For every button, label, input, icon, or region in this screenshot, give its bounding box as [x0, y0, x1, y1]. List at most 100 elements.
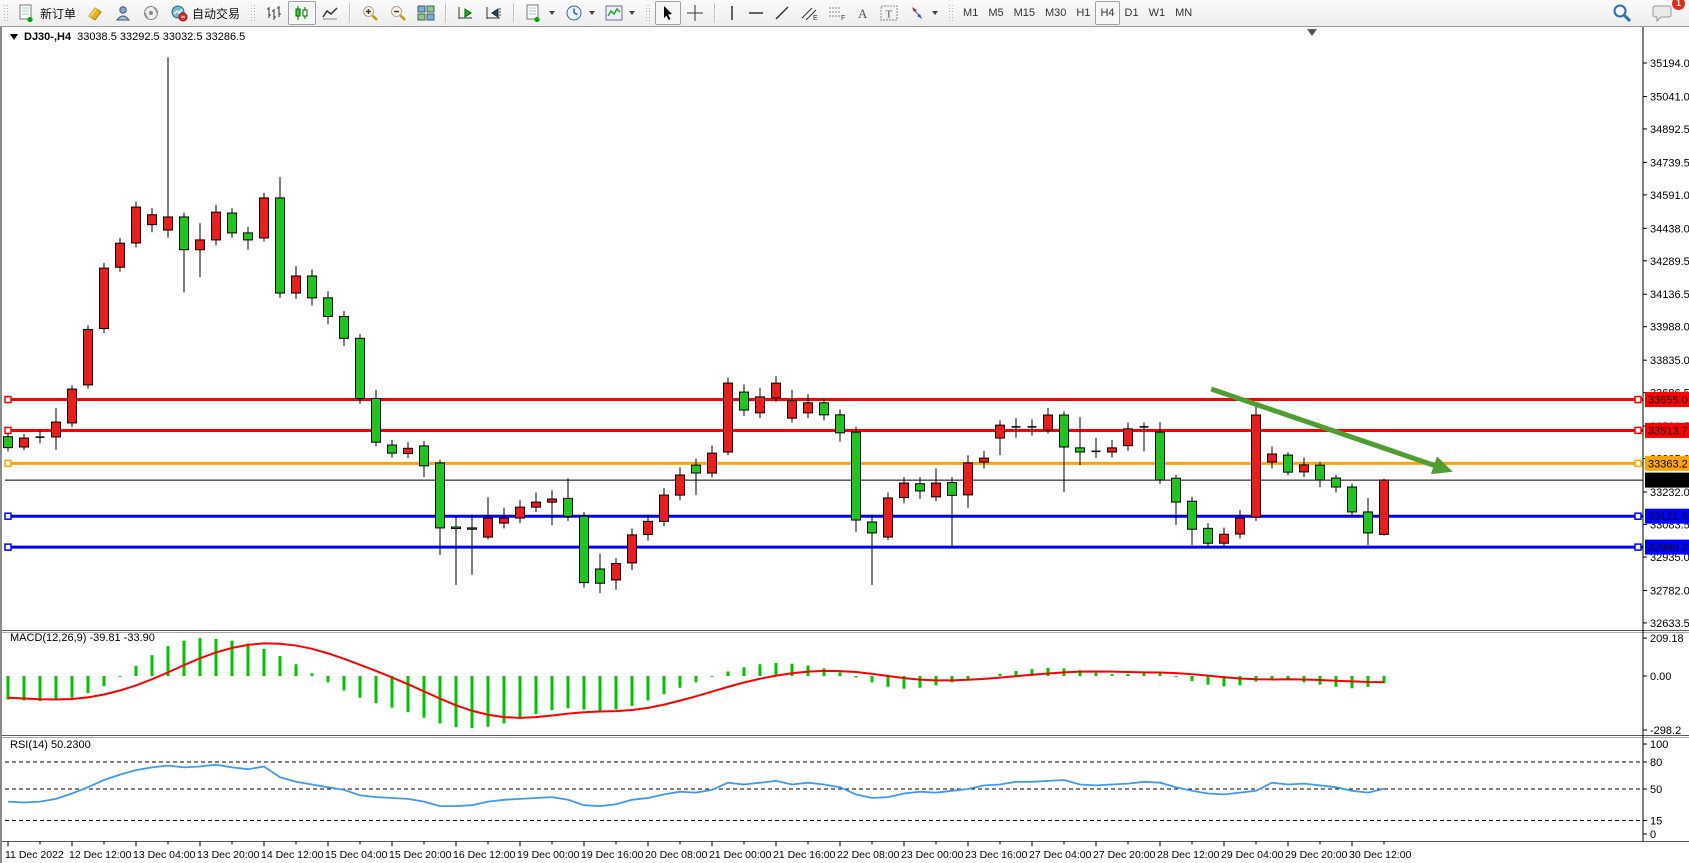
bar-chart-button[interactable]: [260, 1, 288, 25]
autoscroll-icon: [457, 5, 475, 21]
candle-body: [468, 528, 477, 529]
autotrading-button-label: 自动交易: [192, 5, 240, 22]
periods-button[interactable]: [560, 1, 600, 25]
arrows-button[interactable]: [903, 1, 943, 25]
line-anchor-handle[interactable]: [1635, 397, 1641, 403]
time-axis-label: 13 Dec 20:00: [197, 849, 260, 861]
autotrading-button[interactable]: 自动交易: [165, 1, 245, 25]
candle-body: [420, 446, 429, 466]
timeframe-m5-button[interactable]: M5: [983, 1, 1008, 25]
line-anchor-handle[interactable]: [5, 427, 11, 433]
dropdown-caret-icon[interactable]: [589, 11, 595, 15]
price-axis-label: 34591.0: [1650, 190, 1689, 202]
candle-body: [20, 438, 29, 447]
new-order-button[interactable]: 新订单: [13, 1, 81, 25]
timeframe-d1-button[interactable]: D1: [1120, 1, 1144, 25]
price-axis-label: 34739.5: [1650, 157, 1689, 169]
line-anchor-handle[interactable]: [1635, 513, 1641, 519]
price-chart[interactable]: 35194.035041.034892.534739.534591.034438…: [2, 27, 1689, 863]
horizontal-line-button[interactable]: [743, 1, 769, 25]
time-axis-label: 23 Dec 16:00: [965, 849, 1028, 861]
candle-body: [676, 475, 685, 495]
line-anchor-handle[interactable]: [1635, 460, 1641, 466]
toolbar-separator: [349, 3, 351, 23]
candle-body: [532, 502, 541, 507]
line-anchor-handle[interactable]: [5, 513, 11, 519]
candle-body: [1284, 455, 1293, 472]
community-button[interactable]: [109, 1, 137, 25]
price-axis-label: 35194.0: [1650, 58, 1689, 70]
indichart-icon: [605, 5, 623, 21]
candle-body: [52, 422, 61, 437]
timeframe-m30-button[interactable]: M30: [1040, 1, 1071, 25]
pivot-line-price-label: 33363.2: [1648, 458, 1688, 470]
candle-body: [900, 483, 909, 497]
time-axis-label: 15 Dec 04:00: [325, 849, 388, 861]
text-label-button[interactable]: T: [875, 1, 903, 25]
line-anchor-handle[interactable]: [5, 544, 11, 550]
time-axis-label: 14 Dec 12:00: [261, 849, 324, 861]
crosshair-button[interactable]: [681, 1, 709, 25]
timeframe-m15-button[interactable]: M15: [1009, 1, 1040, 25]
line-anchor-handle[interactable]: [5, 460, 11, 466]
metaeditor-button[interactable]: [81, 1, 109, 25]
candle-body: [692, 465, 701, 473]
timeframe-w1-button[interactable]: W1: [1144, 1, 1171, 25]
candlestick-chart-button[interactable]: [288, 1, 316, 25]
candle-body: [452, 527, 461, 529]
line-anchor-handle[interactable]: [1635, 544, 1641, 550]
auto-scroll-button[interactable]: [452, 1, 480, 25]
gold-pad-icon: [86, 4, 104, 22]
time-axis-label: 30 Dec 12:00: [1349, 849, 1412, 861]
svg-text:T: T: [886, 9, 893, 21]
trendline-button[interactable]: [769, 1, 795, 25]
dropdown-caret-icon[interactable]: [629, 11, 635, 15]
candle-body: [1364, 512, 1373, 533]
equidistant-channel-button[interactable]: E: [795, 1, 823, 25]
vline-icon: [726, 5, 738, 21]
timeframe-m1-button[interactable]: M1: [958, 1, 983, 25]
text-button[interactable]: A: [851, 1, 875, 25]
dropdown-caret-icon[interactable]: [549, 11, 555, 15]
candle-body: [596, 569, 605, 583]
zoom-in-button[interactable]: [356, 1, 384, 25]
candle-body: [788, 401, 797, 418]
chart-window[interactable]: 35194.035041.034892.534739.534591.034438…: [0, 27, 1689, 863]
candle-body: [484, 518, 493, 537]
linechart-icon: [321, 5, 339, 21]
timeframe-h1-button[interactable]: H1: [1071, 1, 1095, 25]
candle-body: [948, 483, 957, 496]
vertical-line-button[interactable]: [721, 1, 743, 25]
price-axis-label: 34892.5: [1650, 124, 1689, 136]
time-axis-label: 16 Dec 12:00: [453, 849, 516, 861]
zoom-out-icon: [389, 4, 407, 22]
line-anchor-handle[interactable]: [5, 397, 11, 403]
candle-body: [564, 498, 573, 516]
signals-button[interactable]: [137, 1, 165, 25]
candle-body: [116, 243, 125, 267]
candle-body: [820, 403, 829, 415]
candle-body: [100, 268, 109, 328]
zoom-out-button[interactable]: [384, 1, 412, 25]
tile-windows-button[interactable]: [412, 1, 440, 25]
candle-body: [660, 495, 669, 521]
trend-icon: [774, 5, 790, 21]
dropdown-caret-icon[interactable]: [932, 11, 938, 15]
candle-body: [1268, 454, 1277, 462]
line-anchor-handle[interactable]: [1635, 427, 1641, 433]
fibonacci-button[interactable]: F: [823, 1, 851, 25]
new-chart-button[interactable]: [520, 1, 560, 25]
notifications-button[interactable]: 1: [1647, 1, 1679, 25]
chevron-down-icon[interactable]: [10, 34, 18, 40]
cursor-button[interactable]: [655, 1, 681, 25]
line-chart-button[interactable]: [316, 1, 344, 25]
candle-body: [580, 516, 589, 582]
search-button[interactable]: [1607, 1, 1637, 25]
template-indicators-button[interactable]: [600, 1, 640, 25]
timeframe-mn-button[interactable]: MN: [1170, 1, 1197, 25]
candle-body: [852, 432, 861, 520]
chart-shift-button[interactable]: [480, 1, 508, 25]
timeframe-h4-button[interactable]: H4: [1095, 1, 1119, 25]
resistance-line-2-price-label: 33513.7: [1648, 425, 1688, 437]
time-axis-label: 19 Dec 00:00: [517, 849, 580, 861]
